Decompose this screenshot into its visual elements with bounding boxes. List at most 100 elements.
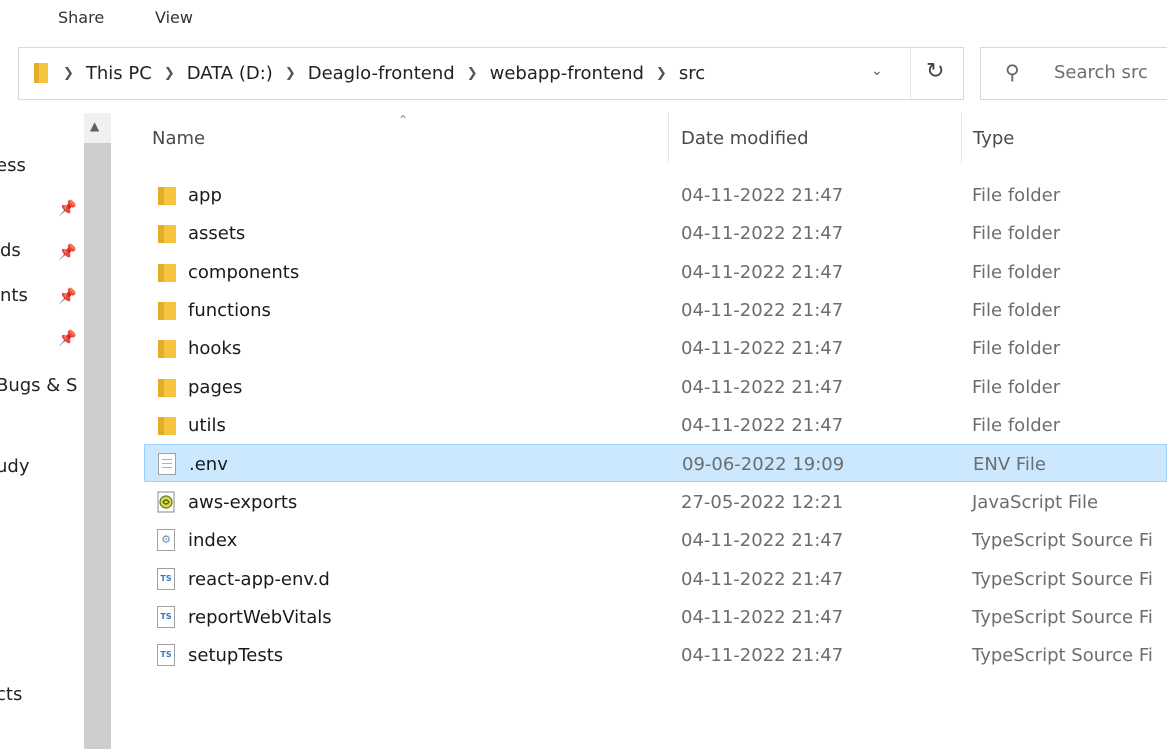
file-date-modified: 04-11-2022 21:47 (681, 376, 844, 398)
file-row[interactable]: assets 04-11-2022 21:47 File folder (144, 214, 1167, 252)
nav-item-documents[interactable]: nts (0, 285, 28, 306)
file-date-modified: 04-11-2022 21:47 (681, 530, 844, 552)
file-row[interactable]: functions 04-11-2022 21:47 File folder (144, 291, 1167, 329)
folder-icon (156, 261, 176, 283)
chevron-down-icon[interactable]: ⌄ (871, 63, 883, 79)
file-row[interactable]: ⚙ index 04-11-2022 21:47 TypeScript Source … (144, 521, 1167, 559)
file-date-modified: 04-11-2022 21:47 (681, 645, 844, 667)
column-divider[interactable] (668, 113, 669, 163)
file-type: File folder (972, 415, 1061, 437)
search-input[interactable]: Search src (1054, 62, 1148, 83)
scrollbar-thumb[interactable] (84, 143, 111, 749)
javascript-file-icon (156, 491, 176, 513)
column-header-name[interactable]: Name (152, 128, 205, 149)
chevron-right-icon[interactable]: ❯ (656, 66, 667, 81)
ribbon-tab-view[interactable]: View (155, 8, 193, 27)
file-name: assets (188, 223, 246, 245)
file-date-modified: 04-11-2022 21:47 (681, 338, 844, 360)
breadcrumb-this-pc[interactable]: This PC (86, 63, 152, 84)
navigation-pane: ess 📌 ds 📌 nts 📌 📌 Bugs & S udy cts (0, 113, 84, 749)
file-name: react-app-env.d (188, 568, 330, 590)
typescript-file-icon: TS (156, 605, 176, 628)
file-name: components (188, 261, 300, 283)
typescript-file-icon: TS (156, 567, 176, 590)
file-row[interactable]: pages 04-11-2022 21:47 File folder (144, 368, 1167, 406)
file-name: .env (189, 454, 228, 476)
file-date-modified: 27-05-2022 12:21 (681, 491, 844, 513)
file-row[interactable]: utils 04-11-2022 21:47 File folder (144, 406, 1167, 444)
file-date-modified: 04-11-2022 21:47 (681, 261, 844, 283)
file-name: index (188, 530, 238, 552)
file-date-modified: 04-11-2022 21:47 (681, 223, 844, 245)
file-type: File folder (972, 376, 1061, 398)
search-box[interactable]: ⚲ Search src (980, 47, 1167, 100)
breadcrumb-src[interactable]: src (679, 63, 705, 84)
folder-icon (156, 299, 176, 321)
scroll-up-icon[interactable]: ▲ (90, 119, 99, 133)
file-date-modified: 04-11-2022 21:47 (681, 415, 844, 437)
folder-icon (156, 337, 176, 359)
file-date-modified: 04-11-2022 21:47 (681, 185, 844, 206)
file-date-modified: 04-11-2022 21:47 (681, 300, 844, 322)
address-bar[interactable]: ❯ This PC ❯ DATA (D:) ❯ Deaglo-frontend … (18, 47, 964, 100)
file-name: functions (188, 300, 271, 322)
breadcrumb-deaglo-frontend[interactable]: Deaglo-frontend (308, 63, 455, 84)
file-date-modified: 04-11-2022 21:47 (681, 568, 844, 590)
file-type: TypeScript Source Fi (972, 568, 1153, 590)
column-header-date[interactable]: Date modified (681, 128, 809, 149)
file-name: app (188, 185, 222, 206)
file-type: File folder (972, 261, 1061, 283)
file-row[interactable]: .env 09-06-2022 19:09 ENV File (144, 444, 1167, 483)
file-type: JavaScript File (972, 491, 1099, 513)
document-icon (157, 453, 177, 476)
file-row[interactable]: TS react-app-env.d 04-11-2022 21:47 TypeScr… (144, 560, 1167, 598)
ribbon: Share View (0, 0, 1167, 36)
file-type: File folder (972, 300, 1061, 322)
chevron-right-icon[interactable]: ❯ (285, 66, 296, 81)
typescript-file-icon: TS (156, 644, 176, 667)
file-name: utils (188, 415, 226, 437)
folder-icon (156, 414, 176, 436)
breadcrumb-data-drive[interactable]: DATA (D:) (187, 63, 273, 84)
address-divider (910, 48, 911, 99)
column-divider[interactable] (961, 113, 962, 163)
file-type: ENV File (973, 454, 1046, 476)
pin-icon[interactable]: 📌 (58, 243, 77, 261)
typescript-config-icon: ⚙ (156, 529, 176, 552)
file-row[interactable]: TS reportWebVitals 04-11-2022 21:47 TypeScr… (144, 598, 1167, 636)
nav-item-study[interactable]: udy (0, 456, 30, 477)
nav-item-quick-access[interactable]: ess (0, 155, 26, 176)
breadcrumb: ❯ This PC ❯ DATA (D:) ❯ Deaglo-frontend … (63, 48, 717, 99)
pin-icon[interactable]: 📌 (58, 287, 77, 305)
refresh-icon[interactable]: ↻ (926, 59, 944, 84)
folder-icon (156, 376, 176, 398)
file-row[interactable]: aws-exports 27-05-2022 12:21 JavaScript Fi… (144, 483, 1167, 521)
file-row[interactable]: TS setupTests 04-11-2022 21:47 TypeScript S… (144, 636, 1167, 674)
file-name: pages (188, 376, 243, 398)
pin-icon[interactable]: 📌 (58, 329, 77, 347)
chevron-right-icon[interactable]: ❯ (467, 66, 478, 81)
pin-icon[interactable]: 📌 (58, 199, 77, 217)
file-row[interactable]: hooks 04-11-2022 21:47 File folder (144, 329, 1167, 367)
file-name: hooks (188, 338, 242, 360)
breadcrumb-webapp-frontend[interactable]: webapp-frontend (490, 63, 644, 84)
folder-icon (156, 222, 176, 244)
nav-item-downloads[interactable]: ds (0, 240, 21, 261)
file-row[interactable]: components 04-11-2022 21:47 File folder (144, 253, 1167, 291)
nav-scrollbar[interactable]: ▲ (84, 113, 111, 749)
nav-item-bugs[interactable]: Bugs & S (0, 375, 77, 396)
nav-item-projects[interactable]: cts (0, 684, 22, 705)
chevron-right-icon[interactable]: ❯ (164, 66, 175, 81)
file-type: File folder (972, 185, 1061, 206)
chevron-right-icon[interactable]: ❯ (63, 66, 74, 81)
sort-up-icon: ⌃ (398, 113, 409, 127)
folder-icon (34, 63, 48, 83)
file-type: File folder (972, 223, 1061, 245)
file-type: TypeScript Source Fi (972, 530, 1153, 552)
file-row[interactable]: app 04-11-2022 21:47 File folder (144, 176, 1167, 214)
file-date-modified: 04-11-2022 21:47 (681, 606, 844, 628)
file-type: File folder (972, 338, 1061, 360)
ribbon-tab-share[interactable]: Share (58, 8, 104, 27)
column-header-type[interactable]: Type (973, 128, 1014, 149)
file-name: aws-exports (188, 491, 298, 513)
